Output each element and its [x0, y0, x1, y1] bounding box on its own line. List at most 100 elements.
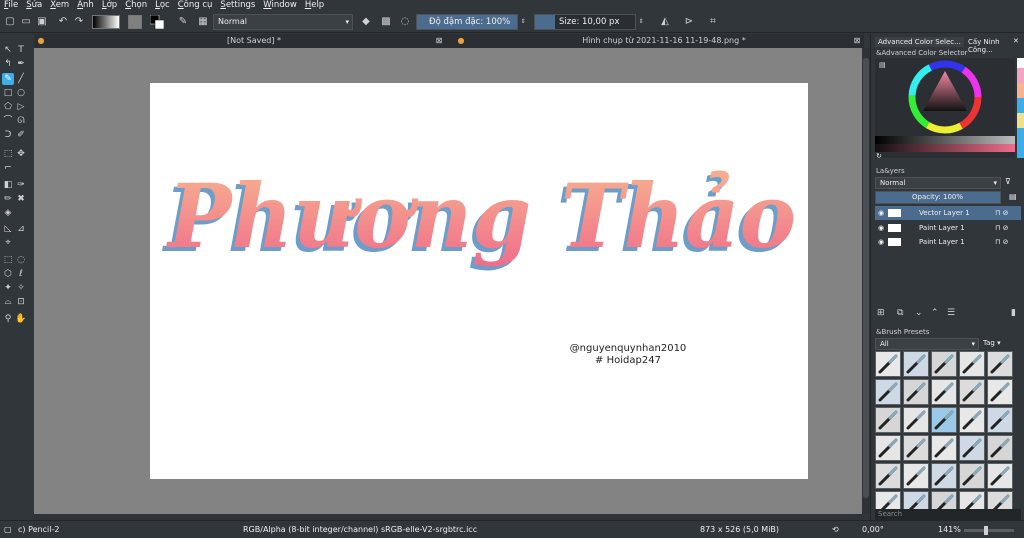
brush-preset[interactable] — [875, 463, 901, 489]
move-up-icon[interactable]: ⌃ — [931, 308, 939, 318]
menu-tools[interactable]: Công cụ — [174, 0, 217, 11]
brush-presets-icon[interactable]: ▦ — [196, 15, 210, 29]
measure-tool-icon[interactable]: ⊿ — [15, 223, 27, 235]
text-tool-icon[interactable]: T — [15, 44, 27, 56]
brush-preset[interactable] — [959, 491, 985, 509]
mirror-vertical-icon[interactable]: ⊳ — [682, 15, 696, 29]
lock-icon[interactable]: ⊓ ⊘ — [995, 206, 1009, 220]
opacity-slider[interactable]: Độ đậm đặc: 100% — [416, 14, 518, 30]
value-strip[interactable] — [875, 136, 1015, 144]
bezier-select-icon[interactable]: ⌓ — [2, 296, 14, 308]
refresh-icon[interactable]: ↻ — [876, 152, 882, 160]
blend-mode-dropdown[interactable]: Normal ▾ — [213, 14, 353, 30]
layer-name[interactable]: Paint Layer 1 — [919, 221, 965, 235]
ellipse-tool-icon[interactable]: ○ — [15, 87, 27, 99]
brush-preset[interactable] — [931, 463, 957, 489]
opacity-spin-icon[interactable]: ⇕ — [518, 15, 528, 29]
layer-row[interactable]: ◉ Paint Layer 1 ⊓ ⊘ — [875, 221, 1021, 235]
layer-menu-icon[interactable]: ☰ — [947, 308, 955, 318]
pattern-swatch[interactable] — [128, 15, 142, 29]
move-tool-icon[interactable]: ✥ — [15, 148, 27, 160]
filter-icon[interactable]: ⊽ — [1005, 177, 1011, 186]
brush-preset[interactable] — [875, 351, 901, 377]
canvas-paper[interactable]: Phương Thảo Phương Thảo @nguyenquynhan20… — [150, 83, 808, 479]
brush-preset[interactable] — [987, 407, 1013, 433]
magnetic-select-icon[interactable]: ⊡ — [15, 296, 27, 308]
eraser-mode-icon[interactable]: ◆ — [359, 15, 373, 29]
freehand-brush-icon[interactable]: ✎ — [2, 73, 14, 85]
line-tool-icon[interactable]: ╱ — [15, 73, 27, 85]
duplicate-layer-icon[interactable]: ⧉ — [897, 308, 903, 318]
multibrush-icon[interactable]: ✐ — [15, 129, 27, 141]
brush-editor-icon[interactable]: ✎ — [176, 15, 190, 29]
brush-preset[interactable] — [987, 379, 1013, 405]
tab-advanced-color-selector[interactable]: Advanced Color Selec... — [875, 37, 964, 47]
close-tab-icon[interactable]: ⊠ — [434, 34, 444, 48]
brush-preset[interactable] — [987, 435, 1013, 461]
menu-view[interactable]: Xem — [46, 0, 73, 11]
assistant-tool-icon[interactable]: ◺ — [2, 223, 14, 235]
transform-tool-icon[interactable]: ⬚ — [2, 148, 14, 160]
lock-icon[interactable]: ⊓ ⊘ — [995, 235, 1009, 249]
visibility-eye-icon[interactable]: ◉ — [878, 206, 884, 220]
bezier-tool-icon[interactable]: ⌒ — [2, 115, 14, 127]
tag-button[interactable]: Tag ▾ — [983, 339, 1001, 347]
ellipse-select-icon[interactable]: ◌ — [15, 254, 27, 266]
brush-preset[interactable] — [903, 379, 929, 405]
layer-row[interactable]: ◉ Vector Layer 1 ⊓ ⊘ — [875, 206, 1021, 220]
calligraphy-icon[interactable]: ✒ — [15, 58, 27, 70]
brush-preset[interactable] — [987, 491, 1013, 509]
redo-icon[interactable]: ↷ — [72, 15, 86, 29]
close-tab-icon[interactable]: ⊠ — [852, 34, 862, 48]
colorize-mask-icon[interactable]: ✏ — [2, 193, 14, 205]
brush-preset[interactable] — [875, 435, 901, 461]
saturation-strip[interactable] — [875, 144, 1015, 152]
lock-icon[interactable]: ⊓ ⊘ — [995, 221, 1009, 235]
polygon-select-icon[interactable]: ⬡ — [2, 268, 14, 280]
brush-preset[interactable] — [931, 407, 957, 433]
menu-layer[interactable]: Lớp — [98, 0, 121, 11]
brush-preset[interactable] — [903, 491, 929, 509]
contiguous-select-icon[interactable]: ✦ — [2, 282, 14, 294]
smart-patch-icon[interactable]: ✖ — [15, 193, 27, 205]
edit-shapes-icon[interactable]: ↰ — [2, 58, 14, 70]
crop-icon[interactable]: ⌗ — [706, 15, 720, 29]
polyline-tool-icon[interactable]: ▷ — [15, 101, 27, 113]
brush-preset[interactable] — [875, 407, 901, 433]
visibility-eye-icon[interactable]: ◉ — [878, 235, 884, 249]
colorspace-status[interactable]: RGB/Alpha (8-bit integer/channel) sRGB-e… — [243, 521, 477, 538]
brush-preset[interactable] — [959, 463, 985, 489]
gradient-swatch[interactable] — [92, 15, 120, 29]
brush-preset[interactable] — [959, 407, 985, 433]
rect-select-icon[interactable]: ⬚ — [2, 254, 14, 266]
brush-preset[interactable] — [931, 379, 957, 405]
fill-tool-icon[interactable]: ◈ — [2, 207, 14, 219]
tab-screenshot[interactable]: Hình chụp từ 2021-11-16 11-19-48.png * — [554, 34, 774, 48]
scrollbar-thumb[interactable] — [863, 58, 869, 498]
brush-preset[interactable] — [959, 351, 985, 377]
new-document-icon[interactable]: ▢ — [3, 15, 17, 29]
size-slider[interactable]: Size: 10,00 px — [534, 14, 636, 30]
close-docker-icon[interactable]: ✕ — [1013, 37, 1019, 45]
brush-preset[interactable] — [903, 407, 929, 433]
color-triangle[interactable] — [923, 71, 967, 111]
size-spin-icon[interactable]: ⇕ — [636, 15, 646, 29]
menu-window[interactable]: Window — [259, 0, 301, 11]
menu-select[interactable]: Chọn — [121, 0, 151, 11]
menu-edit[interactable]: Sửa — [22, 0, 46, 11]
vertical-scrollbar[interactable] — [862, 48, 870, 514]
dynamic-brush-icon[interactable]: ᑐ — [2, 129, 14, 141]
polygon-tool-icon[interactable]: ⬠ — [2, 101, 14, 113]
zoom-slider[interactable] — [964, 526, 1014, 535]
brush-preset[interactable] — [931, 351, 957, 377]
freehand-path-icon[interactable]: ᘏ — [15, 115, 27, 127]
brush-filter-dropdown[interactable]: All ▾ — [875, 338, 979, 350]
undo-icon[interactable]: ↶ — [56, 15, 70, 29]
rectangle-tool-icon[interactable]: □ — [2, 87, 14, 99]
brush-search-input[interactable]: Search — [875, 509, 1021, 520]
tab-not-saved[interactable]: [Not Saved] * — [154, 34, 354, 48]
open-document-icon[interactable]: ▭ — [19, 15, 33, 29]
layer-properties-icon[interactable]: ▤ — [1009, 192, 1017, 201]
layer-row[interactable]: ◉ Paint Layer 1 ⊓ ⊘ — [875, 235, 1021, 249]
menu-settings[interactable]: Settings — [216, 0, 259, 11]
